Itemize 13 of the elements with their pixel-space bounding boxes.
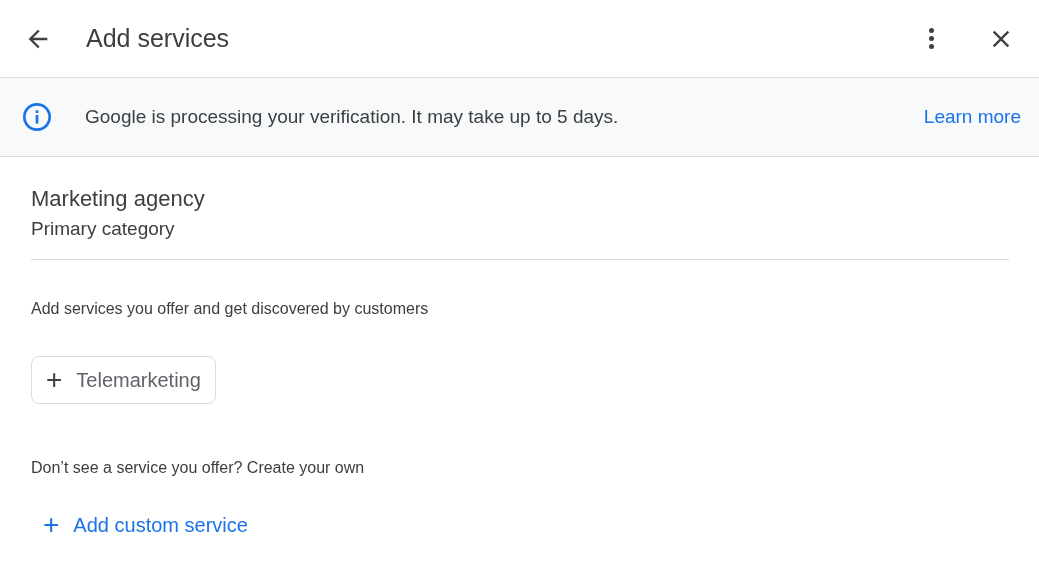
- services-prompt: Add services you offer and get discovered by customers: [31, 299, 430, 319]
- banner-message: Google is processing your verification. It may take up to 5 days.: [85, 104, 619, 129]
- more-options-icon: [928, 28, 934, 49]
- category-label: Primary category: [31, 217, 176, 241]
- learn-more-link[interactable]: Learn more: [923, 102, 1021, 132]
- plus-icon: +: [46, 366, 63, 394]
- add-custom-service-button[interactable]: + Add custom service: [31, 510, 248, 540]
- category-name: Marketing agency: [31, 185, 206, 213]
- info-icon: [21, 101, 53, 133]
- plus-icon: +: [43, 511, 60, 539]
- service-chip[interactable]: + Telemarketing: [31, 356, 216, 404]
- dialog-title: Add services: [86, 22, 230, 54]
- custom-service-prompt: Don’t see a service you offer? Create your own: [31, 458, 366, 478]
